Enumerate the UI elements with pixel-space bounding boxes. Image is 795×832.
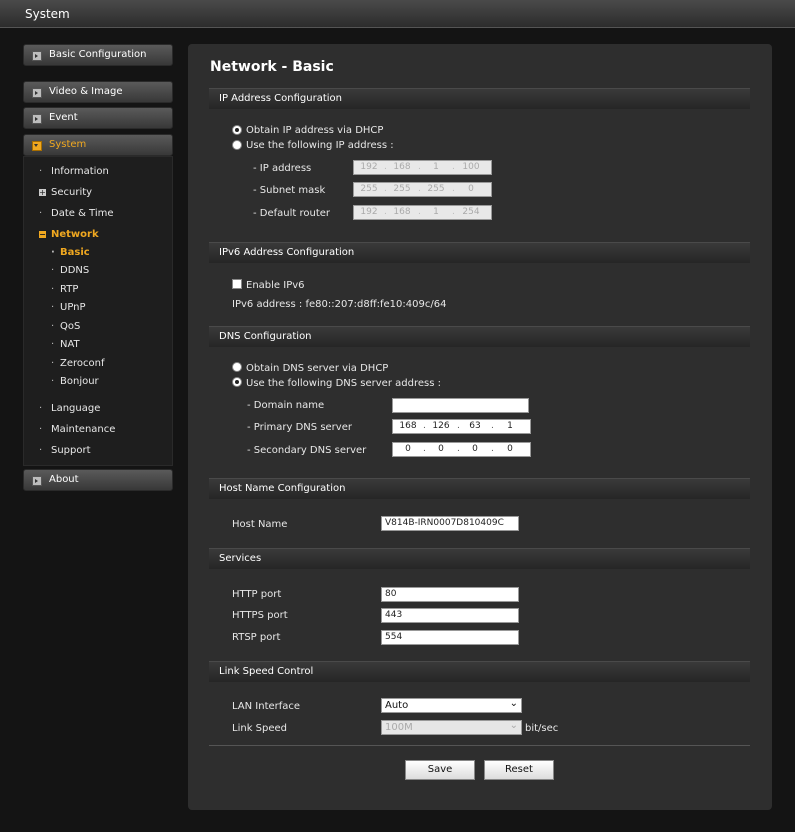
save-button[interactable]: Save [405,760,475,780]
collapse-icon [32,141,42,151]
expand-icon [32,476,42,486]
section-ipv6-header: IPv6 Address Configuration [209,242,750,263]
sidebar-item-qos[interactable]: · QoS [51,321,80,332]
expand-icon [32,88,42,98]
system-submenu [23,156,173,466]
sidebar-about[interactable]: About [23,469,173,491]
ip-address-field[interactable]: 192. 168. 1. 100 [353,160,492,175]
dns-dhcp-label: Obtain DNS server via DHCP [246,363,389,374]
secondary-dns-field[interactable]: 0. 0. 0. 0 [392,442,531,457]
rtsp-port-label: RTSP port [232,632,281,643]
ip-address-label: - IP address [253,163,312,174]
sidebar-system[interactable]: System [23,134,173,156]
https-port-input[interactable]: 443 [381,608,519,623]
section-dns-header: DNS Configuration [209,326,750,347]
sidebar-item-ddns[interactable]: · DDNS [51,265,89,276]
sidebar-item-upnp[interactable]: · UPnP [51,302,86,313]
window-title: System [25,7,70,21]
domain-name-input[interactable] [392,398,529,413]
dns-static-radio[interactable] [232,377,242,387]
enable-ipv6-label: Enable IPv6 [246,280,305,291]
reset-button[interactable]: Reset [484,760,554,780]
subnet-mask-field[interactable]: 255. 255. 255. 0 [353,182,492,197]
sidebar-event[interactable]: Event [23,107,173,129]
dns-dhcp-radio[interactable] [232,362,242,372]
expand-icon [32,114,42,124]
expand-icon [32,51,42,61]
link-speed-unit: bit/sec [525,723,559,734]
subnet-mask-label: - Subnet mask [253,185,326,196]
main-panel: Network - Basic IP Address Configuration… [188,44,772,810]
ip-dhcp-label: Obtain IP address via DHCP [246,125,384,136]
link-speed-label: Link Speed [232,723,288,734]
http-port-input[interactable]: 80 [381,587,519,602]
lan-interface-select[interactable]: Auto ⌄ [381,698,522,713]
dns-static-label: Use the following DNS server address : [246,378,441,389]
lan-interface-label: LAN Interface [232,701,301,712]
http-port-label: HTTP port [232,589,282,600]
ipv6-address-text: IPv6 address : fe80::207:d8ff:fe10:409c/… [232,299,447,310]
ip-static-label: Use the following IP address : [246,140,394,151]
section-ip-header: IP Address Configuration [209,88,750,109]
section-link-header: Link Speed Control [209,661,750,682]
sidebar-item-maintenance[interactable]: · Maintenance [39,424,115,435]
divider [209,745,750,746]
plus-icon: + [39,188,46,197]
sidebar-item-bonjour[interactable]: · Bonjour [51,376,99,387]
default-router-field[interactable]: 192. 168. 1. 254 [353,205,492,220]
domain-name-label: - Domain name [247,400,325,411]
sidebar-item-information[interactable]: · Information [39,166,109,177]
ip-dhcp-radio[interactable] [232,125,242,135]
sidebar-item-rtp[interactable]: · RTP [51,284,78,295]
section-services-header: Services [209,548,750,569]
title-bar: System [0,0,795,28]
rtsp-port-input[interactable]: 554 [381,630,519,645]
section-host-header: Host Name Configuration [209,478,750,499]
primary-dns-field[interactable]: 168. 126. 63. 1 [392,419,531,434]
sidebar-basic-configuration[interactable]: Basic Configuration [23,44,173,66]
sidebar-item-nat[interactable]: · NAT [51,339,80,350]
sidebar-item-date-time[interactable]: · Date & Time [39,208,114,219]
sidebar-item-zeroconf[interactable]: · Zeroconf [51,358,105,369]
primary-dns-label: - Primary DNS server [247,422,352,433]
sidebar-item-network-basic[interactable]: · Basic [51,247,90,258]
sidebar-video-image[interactable]: Video & Image [23,81,173,103]
link-speed-select[interactable]: 100M ⌄ [381,720,522,735]
host-name-label: Host Name [232,519,288,530]
sidebar-item-security[interactable]: + Security [39,187,92,198]
enable-ipv6-checkbox[interactable] [232,279,242,289]
sidebar-item-language[interactable]: · Language [39,403,100,414]
chevron-down-icon: ⌄ [509,720,518,731]
sidebar-item-support[interactable]: · Support [39,445,91,456]
host-name-input[interactable]: V814B-IRN0007D810409C [381,516,519,531]
minus-icon: − [39,230,46,239]
https-port-label: HTTPS port [232,610,288,621]
chevron-down-icon: ⌄ [509,698,518,709]
secondary-dns-label: - Secondary DNS server [247,445,367,456]
default-router-label: - Default router [253,208,331,219]
page-title: Network - Basic [210,59,334,75]
ip-static-radio[interactable] [232,140,242,150]
sidebar-item-network[interactable]: − Network [39,229,99,240]
